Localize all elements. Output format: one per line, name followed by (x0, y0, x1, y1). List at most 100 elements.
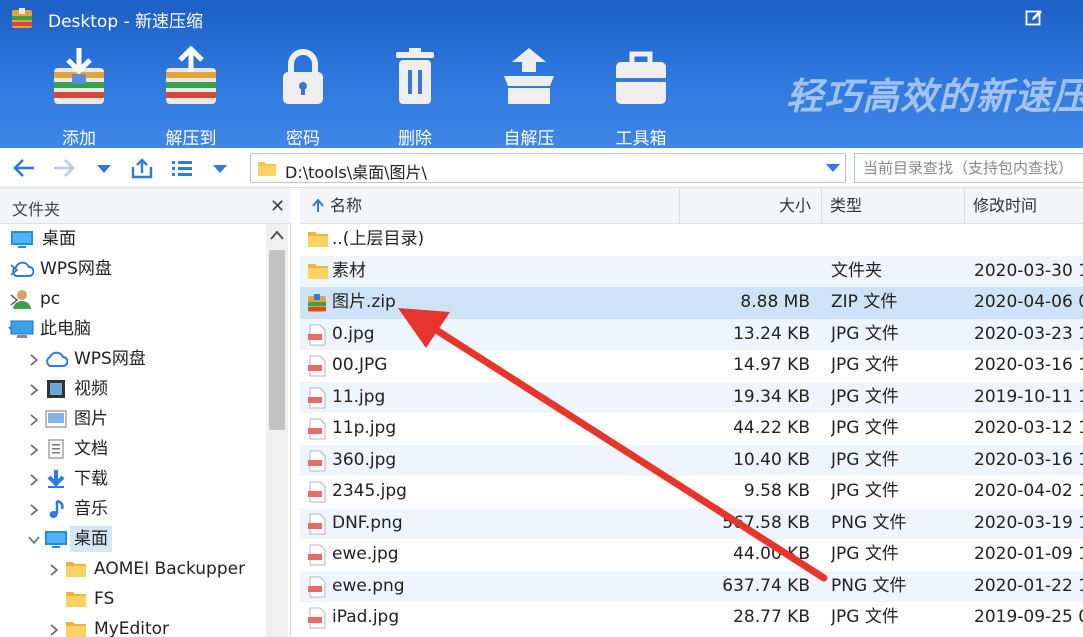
folder-tree-scrollbar[interactable] (266, 224, 288, 637)
delete-button[interactable]: 删除 (370, 46, 460, 149)
tree-item-label-wrap: pc (36, 286, 64, 312)
tree-item-label: WPS网盘 (40, 259, 112, 279)
file-name: iPad.jpg (332, 607, 400, 627)
tree-item[interactable]: 桌面 (0, 224, 266, 254)
file-row[interactable]: 2345.jpg 9.58 KB JPG 文件 2020-04-02 1 (300, 476, 1083, 508)
scroll-up-icon[interactable] (270, 230, 284, 240)
tree-item[interactable]: 下载 (0, 464, 266, 494)
chevron-right-icon[interactable] (28, 352, 40, 366)
file-row[interactable]: ewe.png 637.74 KB PNG 文件 2020-01-22 1 (300, 570, 1083, 602)
tree-item[interactable]: WPS网盘 (0, 344, 266, 374)
tree-item-label-wrap: 视频 (70, 376, 112, 402)
list-view-icon[interactable] (170, 157, 194, 179)
file-row[interactable]: 00.JPG 14.97 KB JPG 文件 2020-03-16 1 (300, 350, 1083, 382)
chevron-right-icon[interactable] (28, 442, 40, 456)
chevron-right-icon[interactable] (28, 412, 40, 426)
image-file-icon (306, 607, 328, 629)
tree-item[interactable]: AOMEI Backupper (0, 554, 266, 584)
image-file-icon (306, 576, 328, 598)
path-dropdown-icon[interactable] (825, 162, 841, 174)
up-level-icon[interactable] (130, 157, 154, 179)
tree-item[interactable]: MyEditor (0, 614, 266, 637)
file-row[interactable]: 11p.jpg 44.22 KB JPG 文件 2020-03-12 1 (300, 413, 1083, 445)
file-date: 2020-03-16 1 (974, 355, 1083, 375)
file-row[interactable]: ewe.jpg 44.00 KB JPG 文件 2020-01-09 1 (300, 539, 1083, 571)
file-row[interactable]: 11.jpg 19.34 KB JPG 文件 2019-10-11 1 (300, 381, 1083, 413)
chevron-right-icon[interactable] (28, 382, 40, 396)
path-bar[interactable]: D:\tools\桌面\图片\ (250, 153, 846, 183)
add-label: 添加 (62, 129, 96, 149)
file-row[interactable]: 360.jpg 10.40 KB JPG 文件 2020-03-16 1 (300, 444, 1083, 476)
file-row[interactable]: DNF.png 567.58 KB PNG 文件 2020-03-19 1 (300, 507, 1083, 539)
column-size-label: 大小 (778, 196, 811, 215)
tree-item[interactable]: 图片 (0, 404, 266, 434)
column-name-header[interactable]: 名称 (300, 188, 680, 224)
file-size: 567.58 KB (722, 512, 810, 533)
file-size: 637.74 KB (722, 575, 810, 596)
file-type: PNG 文件 (831, 575, 907, 596)
file-date: 2020-03-30 1 (974, 260, 1083, 281)
extract-to-button[interactable]: 解压到 (146, 46, 236, 149)
image-file-icon (306, 355, 328, 377)
scroll-thumb[interactable] (269, 250, 285, 430)
view-dropdown-icon[interactable] (208, 157, 232, 179)
tree-item-label: 此电脑 (40, 319, 91, 339)
forward-arrow-icon[interactable] (52, 157, 76, 179)
tree-item-label-wrap: 下载 (70, 466, 112, 492)
file-size: 9.58 KB (743, 481, 810, 501)
toolbox-icon (616, 51, 666, 104)
file-row[interactable]: ..(上层目录) (300, 224, 1083, 256)
history-dropdown-icon[interactable] (92, 157, 116, 179)
file-type: PNG 文件 (831, 512, 907, 533)
tree-item[interactable]: WPS网盘 (0, 254, 266, 284)
add-button[interactable]: 添加 (34, 46, 124, 149)
file-name: 00.JPG (332, 355, 388, 375)
close-icon[interactable]: ✕ (270, 196, 285, 217)
file-date: 2020-03-16 1 (974, 449, 1083, 470)
file-type: 文件夹 (831, 260, 882, 281)
tree-item[interactable]: 视频 (0, 374, 266, 404)
tree-item[interactable]: 音乐 (0, 494, 266, 524)
file-date: 2020-03-12 1 (974, 418, 1083, 438)
self-extract-button[interactable]: 自解压 (484, 46, 574, 149)
chevron-right-icon[interactable] (28, 502, 40, 516)
slogan-text: 轻巧高效的新速压 (786, 75, 1083, 118)
tree-item-label: WPS网盘 (74, 349, 146, 369)
back-arrow-icon[interactable] (12, 157, 36, 179)
path-text: D:\tools\桌面\图片\ (285, 163, 427, 182)
tree-item[interactable]: 桌面 (0, 524, 266, 554)
image-file-icon (306, 513, 328, 535)
file-type: JPG 文件 (831, 544, 899, 564)
toolbox-button[interactable]: 工具箱 (596, 46, 686, 149)
column-date-header[interactable]: 修改时间 (965, 188, 1083, 224)
search-box[interactable] (854, 153, 1083, 183)
chevron-right-icon[interactable] (48, 562, 60, 576)
column-size-header[interactable]: 大小 (680, 188, 822, 224)
file-row[interactable]: 0.jpg 13.24 KB JPG 文件 2020-03-23 1 (300, 318, 1083, 350)
tree-item[interactable]: 文档 (0, 434, 266, 464)
chevron-down-icon[interactable] (28, 532, 40, 546)
search-input[interactable] (855, 154, 1083, 182)
image-file-icon (306, 387, 328, 409)
file-date: 2019-10-11 1 (974, 386, 1083, 407)
tree-item-label: 音乐 (74, 499, 108, 519)
file-row[interactable]: iPad.jpg 28.77 KB JPG 文件 2019-09-25 0 (300, 602, 1083, 634)
edit-icon[interactable] (1025, 9, 1043, 27)
cloud-icon (44, 349, 69, 369)
file-row[interactable]: 素材 文件夹 2020-03-30 1 (300, 255, 1083, 287)
tree-item-label-wrap: 此电脑 (36, 316, 95, 342)
tree-item[interactable]: 此电脑 (0, 314, 266, 344)
file-type (831, 224, 961, 256)
title-bar: Desktop - 新速压缩 (0, 0, 1083, 36)
chevron-right-icon[interactable] (48, 622, 60, 636)
file-type: JPG 文件 (831, 481, 899, 501)
password-button[interactable]: 密码 (258, 46, 348, 149)
chevron-right-icon[interactable] (28, 472, 40, 486)
column-type-label: 类型 (830, 196, 863, 215)
tree-item[interactable]: pc (0, 284, 266, 314)
file-row[interactable]: 图片.zip 8.88 MB ZIP 文件 2020-04-06 0 (300, 287, 1083, 319)
column-type-header[interactable]: 类型 (822, 188, 965, 224)
file-size: 8.88 MB (740, 292, 810, 312)
tree-item[interactable]: FS (0, 584, 266, 614)
file-size: 13.24 KB (733, 323, 810, 344)
